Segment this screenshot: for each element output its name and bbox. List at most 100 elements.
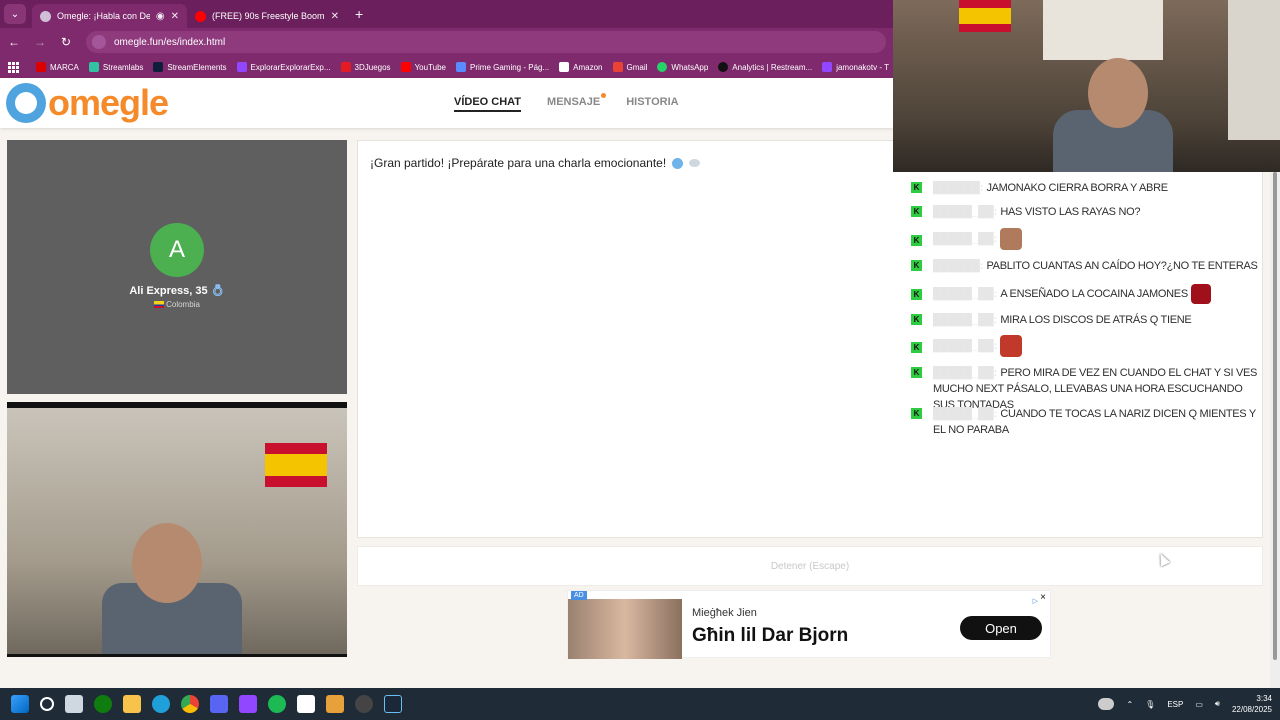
microphone-icon[interactable]: 🎙︎ [1145,700,1155,709]
chat-message-text: HAS VISTO LAS RAYAS NO? [1000,206,1141,218]
gmail-icon [612,62,623,72]
chrome-icon[interactable] [181,695,199,713]
stranger-avatar: A [150,223,204,277]
chat-message-text: JAMONAKO CIERRA BORRA Y ABRE [986,182,1168,194]
back-arrow-icon[interactable]: ← [8,35,20,49]
forward-arrow-icon[interactable]: → [34,35,46,49]
bookmark-analytics[interactable]: Analytics | Restream... [718,62,812,72]
stranger-country-row: Colombia [7,300,347,309]
url-bar[interactable]: omegle.fun/es/index.html [86,31,886,53]
kick-icon: K [911,289,922,300]
stop-button[interactable]: Detener (Escape) [357,546,1263,586]
marca-icon [36,62,46,72]
app-icon[interactable] [326,695,344,713]
page-scrollbar[interactable] [1270,172,1280,688]
bookmark-label: jamonakotv - T [836,62,889,72]
person-shape [132,523,202,603]
ad-badge: AD [571,591,587,600]
search-icon[interactable] [40,697,54,711]
close-tab-icon[interactable]: ✕ [331,11,339,22]
stream-chat-overlay: K ██████: JAMONAKO CIERRA BORRA Y ABRE K ██… [893,172,1270,452]
language-indicator[interactable]: ESP [1167,700,1183,709]
omegle-logo[interactable]: omegle [6,82,169,123]
kick-icon: K [911,367,922,378]
scrollbar-thumb[interactable] [1273,172,1277,660]
stop-button-label: Detener (Escape) [770,560,850,572]
task-view-icon[interactable] [65,695,83,713]
advertisement[interactable]: AD ▷ × Mieġħek Jien Għin lil Dar Bjorn O… [567,590,1051,659]
edge-icon[interactable] [152,695,170,713]
adchoices-icon[interactable]: ▷ [1033,597,1038,605]
nav-mensaje[interactable]: MENSAJE [547,93,607,112]
windows-start-icon[interactable] [11,695,29,713]
omegle-header: omegle VÍDEO CHAT MENSAJE HISTORIA [0,78,893,128]
bookmark-3djuegos[interactable]: 3DJuegos [340,62,391,72]
chat-username: ██████: [933,182,984,194]
streamelements-icon [153,62,164,72]
obs-icon[interactable] [355,695,373,713]
ad-close-button[interactable]: × [1040,592,1046,603]
nav-video-chat[interactable]: VÍDEO CHAT [454,96,522,112]
stream-chat-message: K █████_██: MIRA LOS DISCOS DE ATRÁS Q TIE… [911,312,1263,328]
twitch-icon[interactable] [239,695,257,713]
address-bar-row: ← → ↻ omegle.fun/es/index.html [0,28,893,56]
stream-chat-message: K █████_██: CUANDO TE TOCAS LA NARIZ DICE… [911,406,1263,438]
emote-angry-face-icon [1000,335,1023,357]
amazon-icon [559,62,570,72]
omegle-favicon-icon [40,10,51,22]
bookmark-youtube[interactable]: YouTube [400,62,446,72]
bookmark-whatsapp[interactable]: WhatsApp [657,62,708,72]
logo-text: omegle [48,82,169,123]
ad-image [568,599,682,659]
bookmark-explorar[interactable]: ExplorarExplorarExp... [236,62,331,72]
whatsapp-icon [657,62,668,72]
tab-title: (FREE) 90s Freestyle Boom Bap [212,11,325,21]
notification-dot-icon [601,93,607,98]
bookmark-amazon[interactable]: Amazon [559,62,603,72]
chat-message-text: MIRA LOS DISCOS DE ATRÁS Q TIENE [1000,314,1192,326]
site-info-icon[interactable] [92,35,106,49]
windows-taskbar: ⌃ 🎙︎ ESP ▭ 🔊︎ 3:34 22/08/2025 [0,688,1280,720]
close-tab-icon[interactable]: ✕ [171,11,179,22]
bookmark-streamlabs[interactable]: Streamlabs [88,62,143,72]
clock-time: 3:34 [1256,694,1272,703]
bookmark-label: YouTube [414,62,446,72]
ad-brand: Mieġħek Jien [692,607,757,619]
capcut-icon[interactable] [297,695,315,713]
tab-omegle[interactable]: Omegle: ¡Habla con Desco... ◉ ✕ [32,4,187,28]
chat-username: █████_██: [933,206,998,218]
chat-username: █████_██: [933,367,1001,379]
new-tab-button[interactable]: + [355,6,363,22]
tab-search-icon[interactable]: ⌄ [4,4,26,24]
tab-youtube[interactable]: (FREE) 90s Freestyle Boom Bap ✕ [187,4,347,28]
youtube-favicon-icon [195,10,206,22]
weather-icon[interactable] [1098,698,1115,710]
display-icon[interactable]: ▭ [1195,700,1203,709]
stranger-name-row: Ali Express, 35 💍︎ [7,284,347,297]
apps-grid-icon[interactable] [8,62,19,73]
site-nav: VÍDEO CHAT MENSAJE HISTORIA [454,93,679,112]
spotify-icon[interactable] [268,695,286,713]
bookmark-jamonakotv[interactable]: jamonakotv - T [822,62,889,72]
volume-icon[interactable]: 🔊︎ [1215,699,1220,709]
stream-chat-message: K █████_██: [911,335,1263,357]
bookmark-marca[interactable]: MARCA [36,62,79,72]
reload-icon[interactable]: ↻ [60,35,72,49]
xbox-icon[interactable] [94,695,112,713]
youtube-icon [400,62,411,72]
bookmark-prime-gaming[interactable]: Prime Gaming - Pág... [456,62,549,72]
steam-icon[interactable] [384,695,402,713]
colombia-flag-icon [154,301,165,309]
bookmark-streamelements[interactable]: StreamElements [153,62,227,72]
globe-icon [672,157,684,169]
file-explorer-icon[interactable] [123,695,141,713]
bookmark-label: Amazon [573,62,603,72]
clock[interactable]: 3:34 22/08/2025 [1232,693,1272,715]
bookmark-gmail[interactable]: Gmail [612,62,647,72]
nav-historia[interactable]: HISTORIA [626,96,678,112]
ad-open-button[interactable]: Open [960,616,1042,640]
chat-username: ██████: [933,260,984,272]
discord-icon[interactable] [210,695,228,713]
kick-icon: K [911,206,922,217]
chevron-up-icon[interactable]: ⌃ [1126,700,1133,709]
